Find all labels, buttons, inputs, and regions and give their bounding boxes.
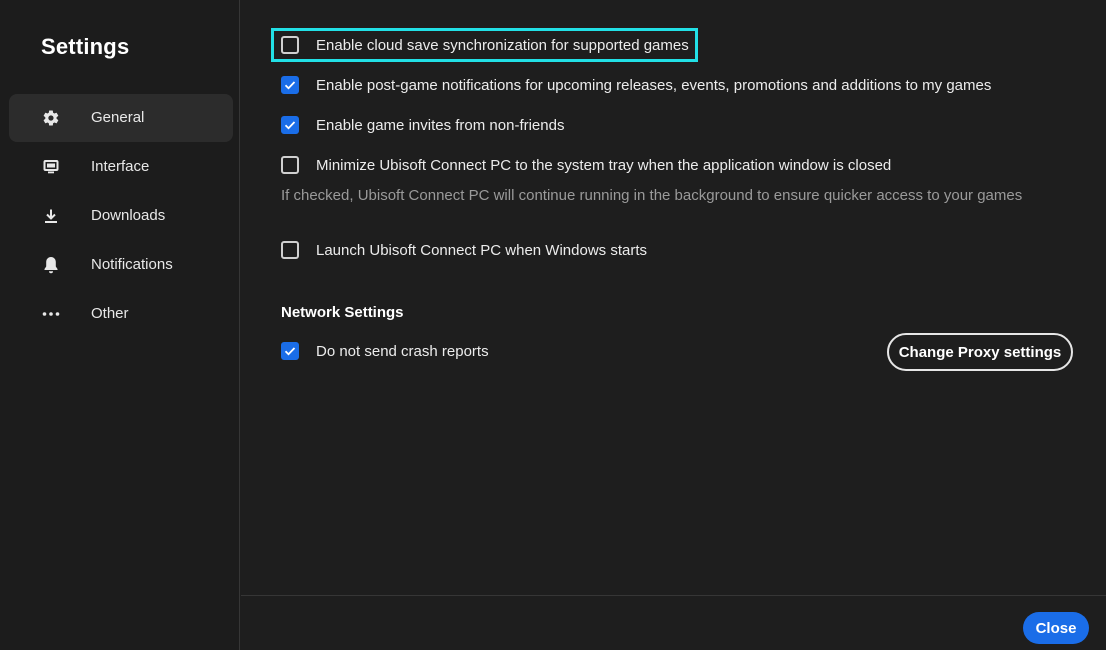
bell-icon (41, 255, 61, 275)
sidebar-item-label: General (91, 109, 145, 126)
minimize-to-tray-checkbox[interactable] (281, 156, 299, 174)
option-label: Minimize Ubisoft Connect PC to the syste… (316, 156, 892, 174)
sidebar-item-interface[interactable]: Interface (9, 143, 233, 191)
settings-window: Settings General Interface Downloads Not… (0, 0, 1106, 650)
change-proxy-settings-button[interactable]: Change Proxy settings (887, 333, 1073, 371)
network-settings-heading: Network Settings (281, 304, 404, 321)
gear-icon (41, 108, 61, 128)
option-game-invites[interactable]: Enable game invites from non-friends (281, 116, 564, 134)
sidebar-item-label: Downloads (91, 207, 166, 224)
option-minimize-to-tray[interactable]: Minimize Ubisoft Connect PC to the syste… (281, 156, 891, 174)
crash-reports-checkbox[interactable] (281, 342, 299, 360)
option-crash-reports[interactable]: Do not send crash reports (281, 342, 489, 360)
general-settings-panel: Enable cloud save synchronization for su… (241, 0, 1106, 595)
game-invites-checkbox[interactable] (281, 116, 299, 134)
checkmark-icon (284, 347, 296, 356)
sidebar-item-notifications[interactable]: Notifications (9, 241, 233, 289)
option-post-game-notifications[interactable]: Enable post-game notifications for upcom… (281, 76, 991, 94)
sidebar-item-other[interactable]: Other (9, 290, 233, 338)
sidebar-item-label: Other (91, 305, 129, 322)
launch-on-startup-checkbox[interactable] (281, 241, 299, 259)
cloud-save-checkbox[interactable] (281, 36, 299, 54)
monitor-icon (41, 157, 61, 177)
close-button[interactable]: Close (1023, 612, 1089, 644)
option-label: Enable game invites from non-friends (316, 116, 565, 134)
option-cloud-save[interactable]: Enable cloud save synchronization for su… (281, 36, 689, 54)
sidebar-nav: General Interface Downloads Notification… (9, 94, 233, 339)
option-label: Enable post-game notifications for upcom… (316, 76, 992, 94)
sidebar-item-label: Notifications (91, 256, 173, 273)
post-game-notifications-checkbox[interactable] (281, 76, 299, 94)
checkmark-icon (284, 121, 296, 130)
option-label: Do not send crash reports (316, 342, 489, 360)
sidebar-item-downloads[interactable]: Downloads (9, 192, 233, 240)
sidebar-title: Settings (41, 34, 130, 59)
download-icon (41, 206, 61, 226)
footer-bar: Close (241, 595, 1106, 650)
tray-hint-text: If checked, Ubisoft Connect PC will cont… (281, 187, 1023, 204)
more-icon (41, 304, 61, 324)
option-launch-on-startup[interactable]: Launch Ubisoft Connect PC when Windows s… (281, 241, 647, 259)
sidebar: Settings General Interface Downloads Not… (0, 0, 240, 650)
option-label: Launch Ubisoft Connect PC when Windows s… (316, 241, 647, 259)
sidebar-item-general[interactable]: General (9, 94, 233, 142)
option-label: Enable cloud save synchronization for su… (316, 36, 689, 54)
sidebar-item-label: Interface (91, 158, 150, 175)
checkmark-icon (284, 81, 296, 90)
